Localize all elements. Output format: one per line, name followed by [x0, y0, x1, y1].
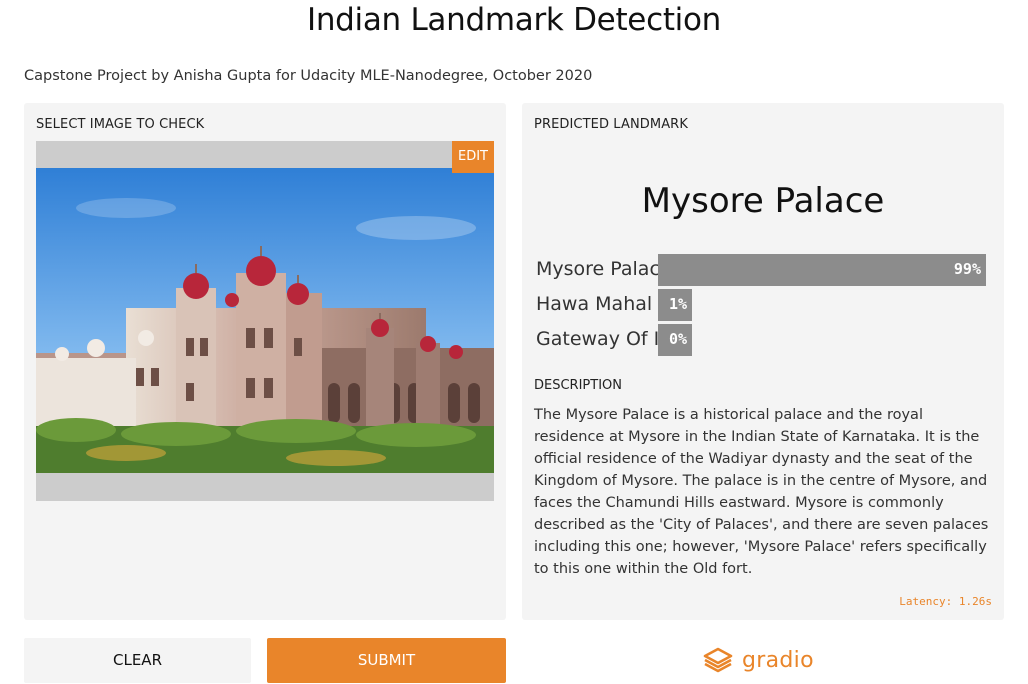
page-subtitle: Capstone Project by Anisha Gupta for Uda… [24, 68, 593, 84]
submit-button[interactable]: SUBMIT [267, 638, 506, 683]
confidence-label: Mysore Palace [536, 258, 658, 280]
confidence-bar: 99% [658, 254, 986, 286]
gradio-logo[interactable]: gradio [702, 644, 814, 676]
confidence-row: Hawa Mahal 1% [536, 289, 996, 321]
image-upload-area[interactable]: EDIT [36, 141, 494, 501]
predicted-landmark: Mysore Palace [641, 181, 885, 221]
confidence-bar: 0% [658, 324, 692, 356]
input-panel-label: SELECT IMAGE TO CHECK [36, 117, 205, 132]
gradio-brand-text: gradio [742, 647, 814, 673]
confidence-label: Hawa Mahal [536, 293, 653, 315]
latency-text: Latency: 1.26s [899, 595, 992, 608]
description-text: The Mysore Palace is a historical palace… [534, 407, 989, 577]
confidence-value: 1% [668, 295, 687, 313]
input-panel: SELECT IMAGE TO CHECK EDIT [24, 103, 506, 620]
confidence-bar: 1% [658, 289, 692, 321]
confidence-row: Gateway Of India 0% [536, 324, 996, 356]
description-label: DESCRIPTION [534, 378, 622, 393]
confidence-value: 0% [668, 330, 687, 348]
page-title: Indian Landmark Detection [306, 2, 721, 38]
clear-button[interactable]: CLEAR [24, 638, 251, 683]
confidence-label: Gateway Of India [536, 328, 658, 350]
confidence-row: Mysore Palace 99% [536, 254, 996, 286]
landmark-image [36, 168, 494, 473]
output-panel-label: PREDICTED LANDMARK [534, 117, 688, 132]
edit-button[interactable]: EDIT [452, 141, 494, 173]
confidence-value: 99% [953, 260, 981, 278]
gradio-icon [703, 647, 733, 673]
output-panel: PREDICTED LANDMARK Mysore Palace Mysore … [522, 103, 1004, 620]
